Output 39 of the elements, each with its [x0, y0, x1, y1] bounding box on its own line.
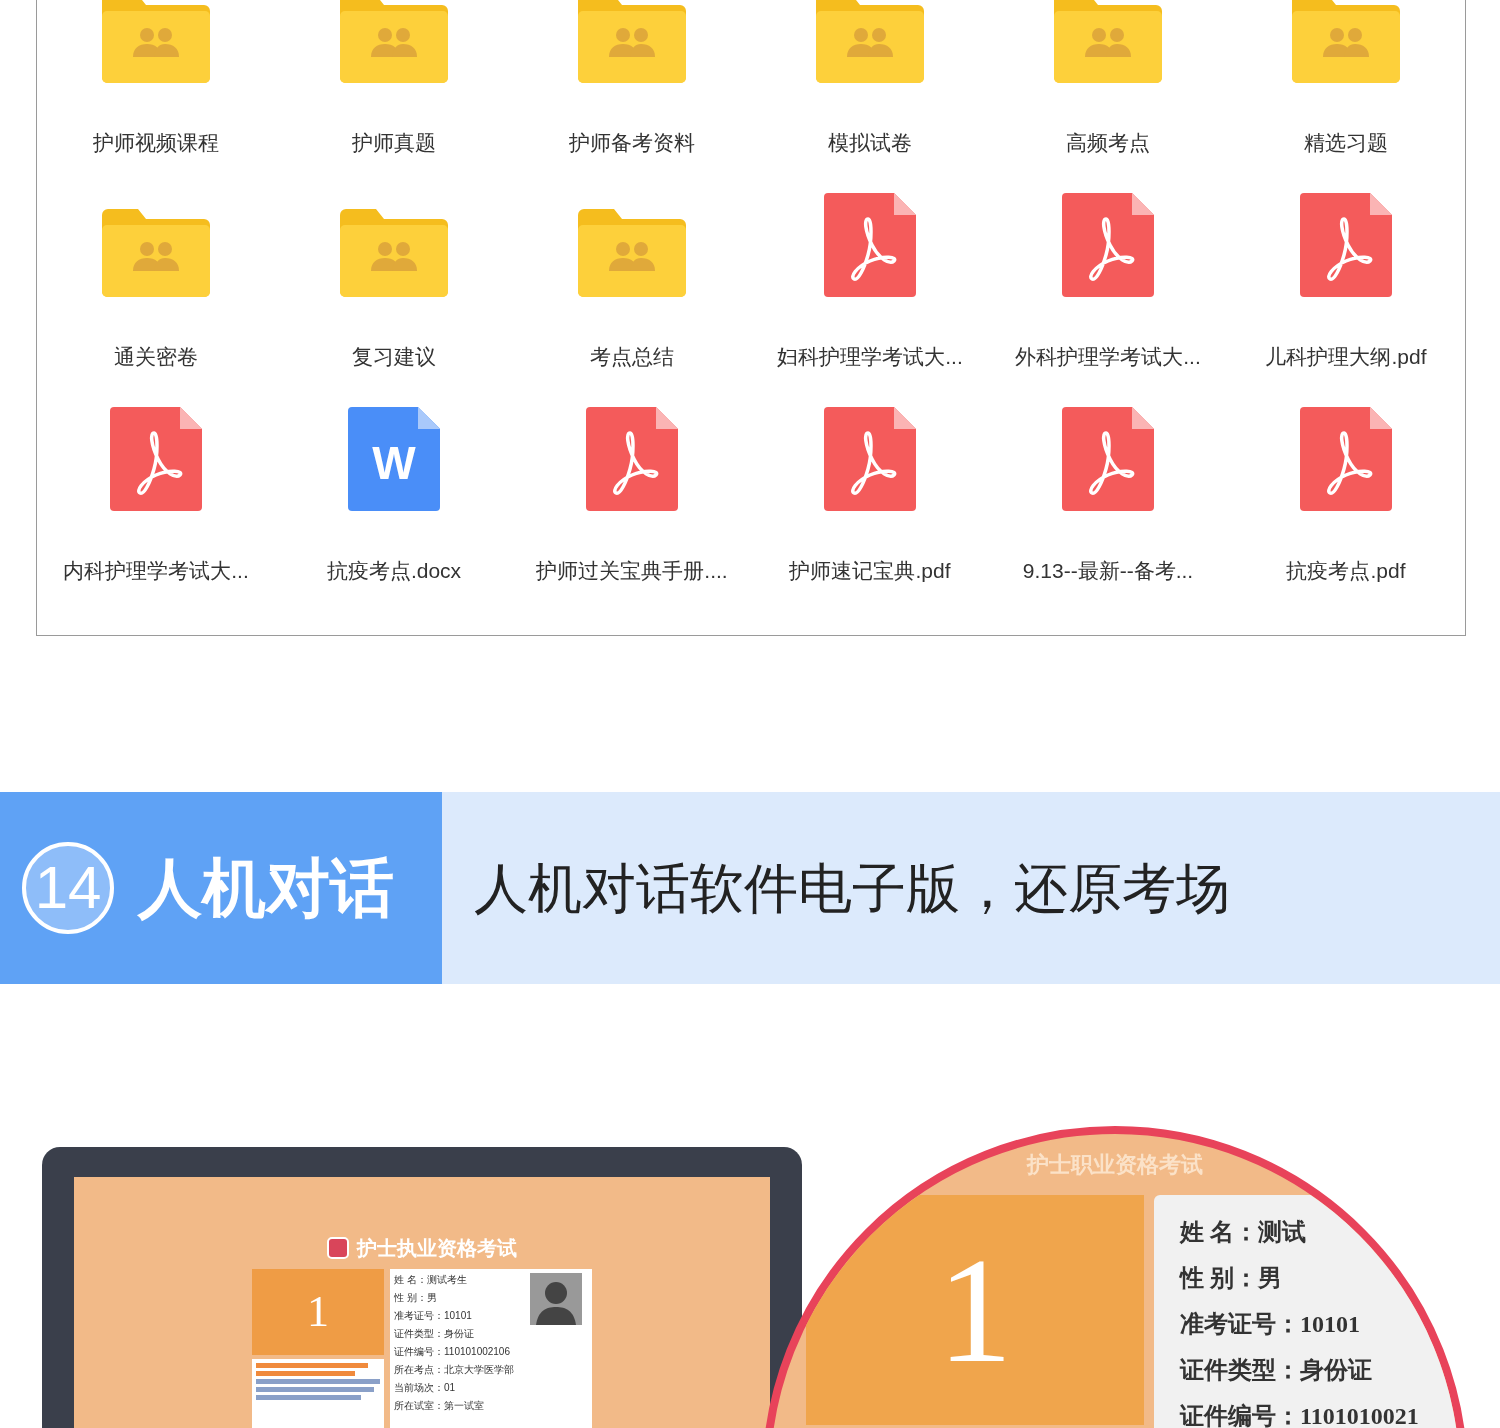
file-name[interactable]: 高频考点	[1066, 127, 1150, 159]
file-name[interactable]: 护师过关宝典手册....	[536, 555, 728, 587]
candidate-info-line: 当前场次：01	[394, 1381, 457, 1395]
exam-title: 护士职业资格考试	[1027, 1151, 1203, 1179]
file-name[interactable]: 通关密卷	[114, 341, 198, 373]
question-number-card: 1	[252, 1269, 384, 1355]
candidate-info-line: 姓 名：测试	[1180, 1218, 1307, 1247]
file-name[interactable]: 抗疫考点.pdf	[1286, 555, 1406, 587]
exam-title: 护士执业资格考试	[357, 1236, 517, 1261]
candidate-info-line: 证件编号：1101010021	[1180, 1402, 1420, 1428]
candidate-info-line: 性 别：男	[394, 1291, 438, 1305]
file-name[interactable]: 模拟试卷	[828, 127, 912, 159]
file-name[interactable]: 护师真题	[352, 127, 436, 159]
section-number: 14	[22, 842, 114, 934]
candidate-info-line: 性 别：男	[1180, 1264, 1283, 1293]
file-name[interactable]: 护师视频课程	[93, 127, 219, 159]
file-name[interactable]: 精选习题	[1304, 127, 1388, 159]
file-name[interactable]: 考点总结	[590, 341, 674, 373]
candidate-info-line: 姓 名：测试考生	[394, 1273, 468, 1287]
candidate-info-line: 准考证号：10101	[394, 1309, 473, 1323]
file-name[interactable]: 9.13--最新--备考...	[1022, 555, 1194, 587]
file-name[interactable]: 内科护理学考试大...	[63, 555, 249, 587]
file-name[interactable]: 儿科护理大纲.pdf	[1265, 341, 1427, 373]
candidate-info-line: 所在考点：北京大学医学部	[394, 1363, 515, 1377]
file-name[interactable]: 护师备考资料	[569, 127, 695, 159]
file-name[interactable]: 妇科护理学考试大...	[777, 341, 963, 373]
file-name[interactable]: 抗疫考点.docx	[326, 555, 462, 587]
file-name[interactable]: 外科护理学考试大...	[1015, 341, 1201, 373]
question-number-card: 1	[806, 1195, 1144, 1425]
file-name[interactable]: 复习建议	[352, 341, 436, 373]
section-title: 人机对话	[138, 851, 394, 926]
section-subtitle: 人机对话软件电子版，还原考场	[474, 856, 1230, 920]
file-name[interactable]: 护师速记宝典.pdf	[789, 555, 951, 587]
candidate-info-line: 证件类型：身份证	[1180, 1356, 1373, 1385]
candidate-info-line: 准考证号：10101	[1180, 1310, 1361, 1339]
word-file-icon: W	[348, 407, 440, 511]
candidate-info-line: 所在试室：第一试室	[394, 1399, 485, 1413]
candidate-info-line: 证件编号：110101002106	[394, 1345, 511, 1359]
candidate-info-line: 证件类型：身份证	[394, 1327, 475, 1341]
